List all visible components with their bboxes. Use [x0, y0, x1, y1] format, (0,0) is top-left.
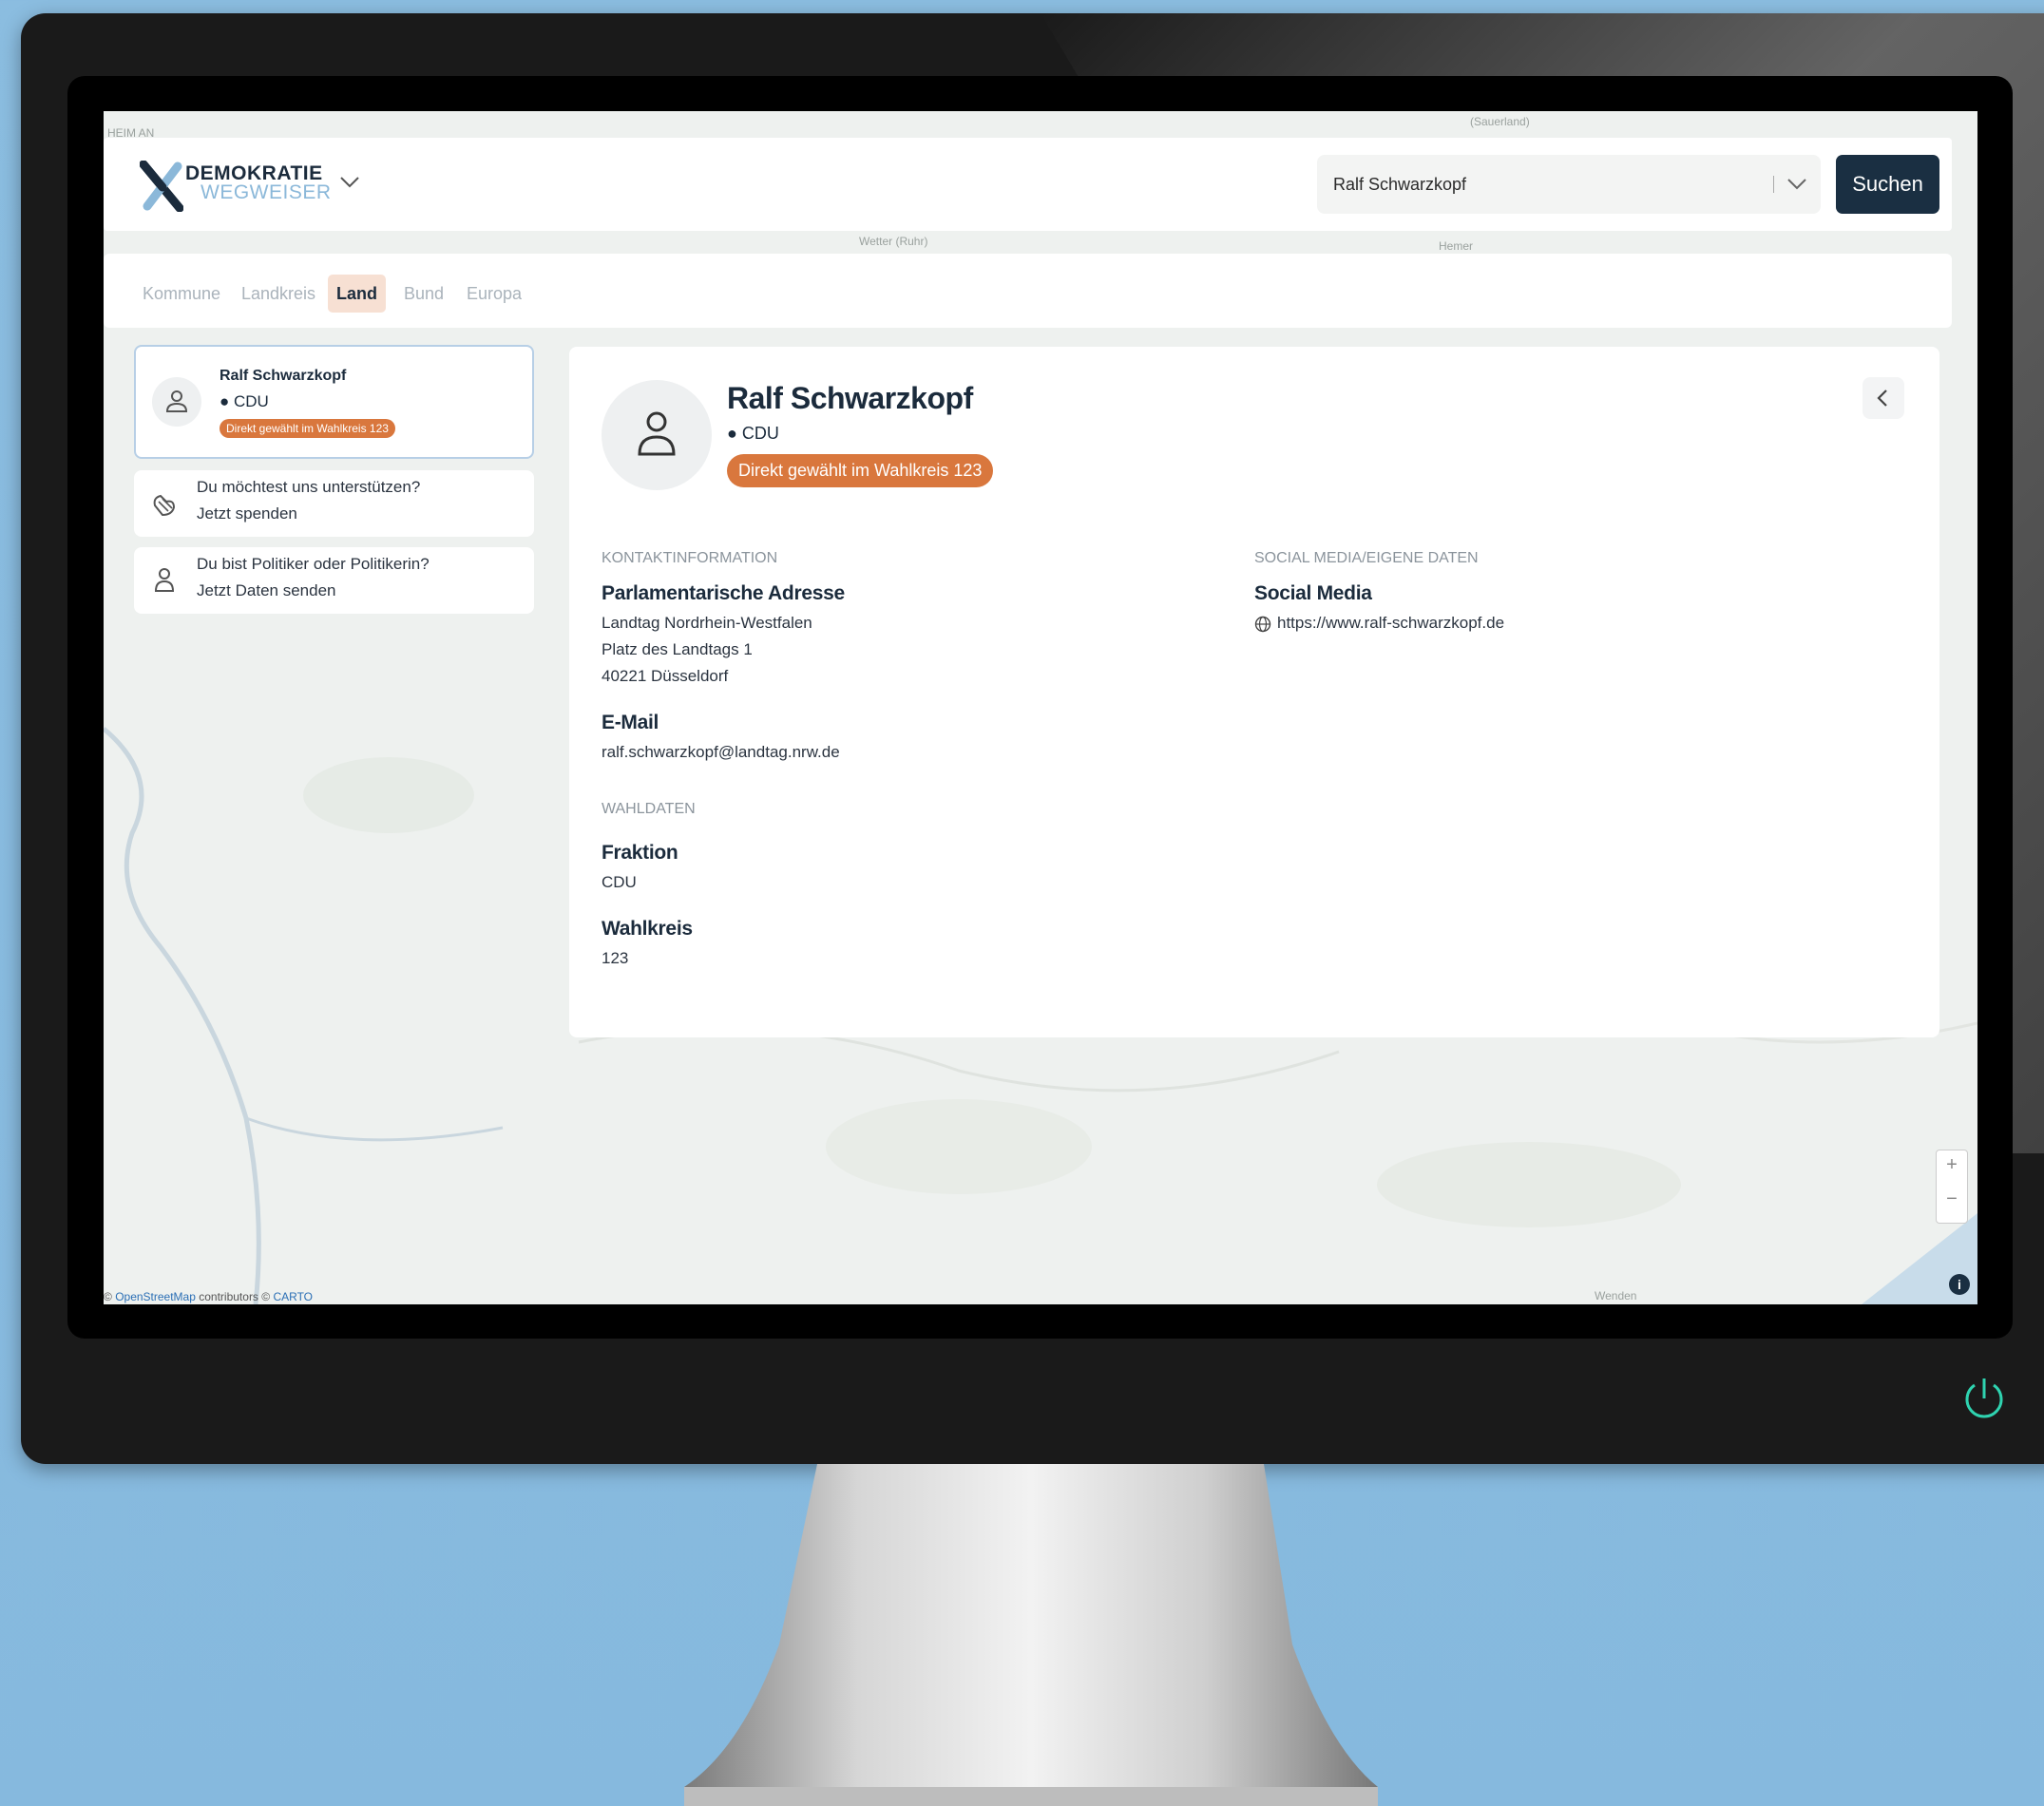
- globe-icon: [1254, 616, 1271, 633]
- email-title: E-Mail: [602, 712, 659, 733]
- wahlkreis-title: Wahlkreis: [602, 918, 693, 940]
- map-attribution: © OpenStreetMap contributors © CARTO: [104, 1290, 313, 1303]
- social-title: Social Media: [1254, 582, 1372, 604]
- donate-link[interactable]: Jetzt spenden: [197, 504, 297, 523]
- email-link[interactable]: ralf.schwarzkopf@landtag.nrw.de: [602, 743, 840, 762]
- social-section-label: SOCIAL MEDIA/EIGENE DATEN: [1254, 550, 1479, 566]
- donate-prompt: Du möchtest uns unterstützen?: [197, 478, 421, 496]
- party-name: CDU: [741, 424, 779, 443]
- politician-prompt: Du bist Politiker oder Politikerin?: [197, 555, 430, 573]
- donate-card[interactable]: Du möchtest uns unterstützen? Jetzt spen…: [134, 470, 534, 537]
- avatar: [602, 380, 712, 490]
- monitor-stand: [684, 1464, 1378, 1806]
- carto-link[interactable]: CARTO: [273, 1290, 313, 1303]
- result-party: ● CDU: [220, 392, 269, 410]
- address-line: Landtag Nordrhein-Westfalen: [602, 614, 812, 632]
- user-icon: [154, 568, 175, 592]
- map-label: Wenden: [1595, 1289, 1637, 1302]
- map-label: Hemer: [1439, 239, 1474, 253]
- avatar: [152, 377, 201, 427]
- map-zoom-control[interactable]: + −: [1936, 1150, 1968, 1224]
- address-title: Parlamentarische Adresse: [602, 582, 845, 604]
- app-header: DEMOKRATIE WEGWEISER Suchen: [104, 138, 1952, 231]
- heart-hand-icon: [153, 494, 176, 517]
- tab-land[interactable]: Land: [328, 275, 386, 313]
- address-line: Platz des Landtags 1: [602, 640, 753, 658]
- chevron-down-icon[interactable]: [339, 176, 360, 189]
- attribution-mid: contributors ©: [195, 1290, 274, 1303]
- status-badge: Direkt gewählt im Wahlkreis 123: [727, 454, 994, 487]
- attribution-prefix: ©: [104, 1290, 116, 1303]
- result-card[interactable]: Ralf Schwarzkopf ● CDU Direkt gewählt im…: [134, 345, 534, 459]
- party-label: ● CDU: [727, 424, 779, 443]
- status-badge: Direkt gewählt im Wahlkreis 123: [220, 419, 395, 438]
- search-input[interactable]: [1317, 155, 1754, 214]
- map-label: (Sauerland): [1470, 115, 1530, 128]
- chevron-down-icon[interactable]: [1786, 178, 1807, 191]
- contact-section-label: KONTAKTINFORMATION: [602, 550, 778, 566]
- search-combobox[interactable]: [1317, 155, 1821, 214]
- fraktion-title: Fraktion: [602, 842, 678, 864]
- osm-link[interactable]: OpenStreetMap: [115, 1290, 196, 1303]
- map-label: Wetter (Ruhr): [859, 235, 928, 248]
- app-screen: HEIM AN (Sauerland) Wetter (Ruhr) Hemer …: [104, 111, 1977, 1304]
- power-icon[interactable]: [1959, 1374, 2009, 1423]
- website-link[interactable]: https://www.ralf-schwarzkopf.de: [1277, 614, 1504, 633]
- tab-europa[interactable]: Europa: [458, 275, 530, 313]
- chevron-left-icon: [1877, 390, 1887, 407]
- search-button[interactable]: Suchen: [1836, 155, 1939, 214]
- politician-detail-panel: Ralf Schwarzkopf ● CDU Direkt gewählt im…: [569, 347, 1939, 1037]
- user-icon: [165, 390, 188, 412]
- wahlkreis-value: 123: [602, 949, 629, 967]
- collapse-button[interactable]: [1863, 377, 1904, 419]
- send-data-link[interactable]: Jetzt Daten senden: [197, 581, 335, 600]
- level-tabs: Kommune Landkreis Land Bund Europa: [104, 254, 1952, 328]
- zoom-out-icon[interactable]: −: [1937, 1188, 1967, 1210]
- user-icon: [638, 411, 676, 456]
- politician-card[interactable]: Du bist Politiker oder Politikerin? Jetz…: [134, 547, 534, 614]
- page-title: Ralf Schwarzkopf: [727, 381, 973, 415]
- logo-icon[interactable]: [140, 161, 183, 212]
- info-icon[interactable]: i: [1949, 1274, 1970, 1295]
- search-separator: [1773, 176, 1774, 193]
- tab-kommune[interactable]: Kommune: [134, 275, 229, 313]
- zoom-in-icon[interactable]: +: [1937, 1154, 1967, 1176]
- fraktion-value: CDU: [602, 873, 637, 891]
- result-party-label: CDU: [234, 392, 269, 410]
- brand-name-secondary: WEGWEISER: [201, 181, 332, 203]
- result-name: Ralf Schwarzkopf: [220, 368, 347, 384]
- election-section-label: WAHLDATEN: [602, 801, 696, 817]
- tab-landkreis[interactable]: Landkreis: [233, 275, 324, 313]
- tab-bund[interactable]: Bund: [395, 275, 452, 313]
- address-line: 40221 Düsseldorf: [602, 667, 729, 685]
